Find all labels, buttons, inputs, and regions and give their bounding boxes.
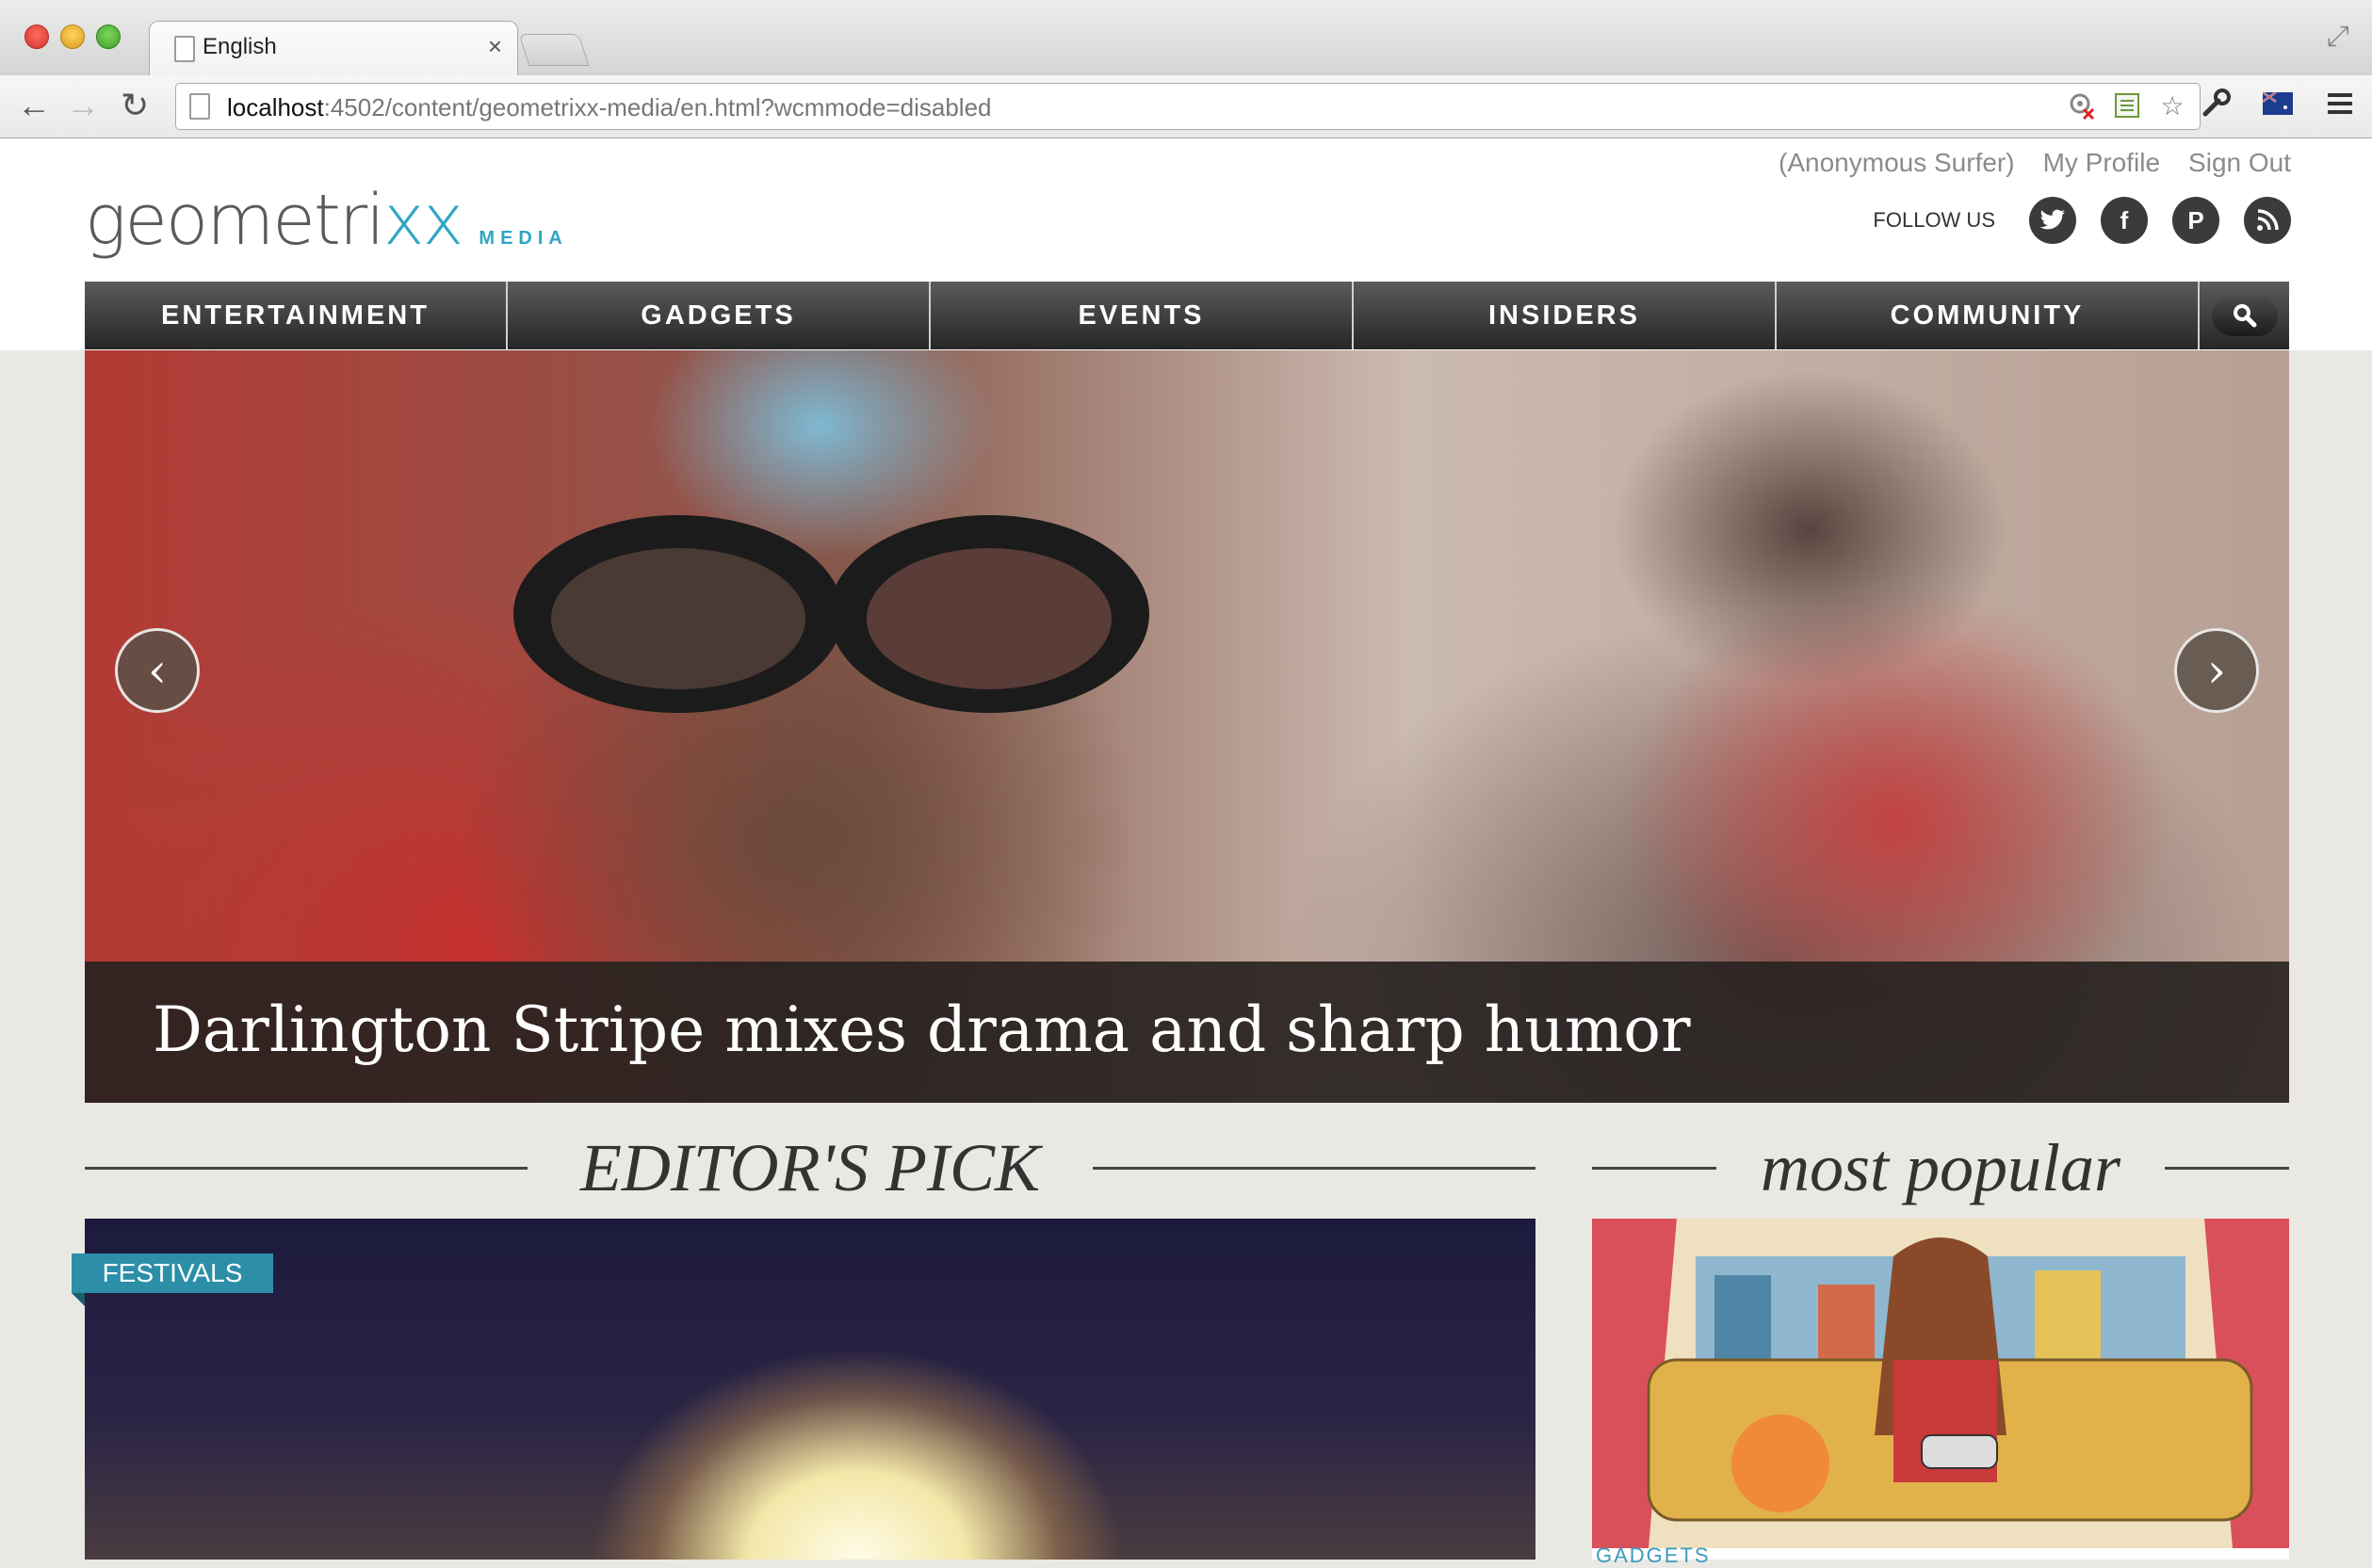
wrench-icon[interactable] (2197, 85, 2234, 122)
editors-pick-image[interactable] (85, 1219, 1535, 1560)
logo-word: geometrixx (85, 180, 463, 261)
my-profile-link[interactable]: My Profile (2043, 148, 2160, 178)
facebook-icon[interactable]: f (2101, 197, 2148, 244)
popular-category-tag[interactable]: GADGETS (1596, 1544, 1711, 1568)
page-icon (174, 36, 195, 62)
nav-search[interactable] (2200, 282, 2289, 349)
browser-toolbar: ← → ↻ localhost:4502/content/geometrixx-… (0, 75, 2372, 138)
html5-icon[interactable] (2111, 89, 2143, 121)
menu-icon[interactable] (2321, 85, 2359, 122)
url-text[interactable]: localhost:4502/content/geometrixx-media/… (227, 93, 992, 122)
nav-events[interactable]: EVENTS (931, 282, 1354, 349)
search-icon[interactable] (2211, 295, 2278, 336)
most-popular-heading: most popular (1592, 1130, 2289, 1205)
url-path: :4502/content/geometrixx-media/en.html?w… (323, 93, 992, 121)
site-logo[interactable]: geometrixx MEDIA (85, 180, 568, 261)
carousel-next-button[interactable]: › (2174, 628, 2259, 713)
most-popular-image[interactable] (1592, 1219, 2289, 1548)
blocked-content-icon[interactable] (2066, 89, 2098, 121)
flag-extension-icon[interactable] (2259, 85, 2297, 122)
follow-us-label: FOLLOW US (1873, 208, 1995, 232)
page-icon (189, 93, 210, 120)
web-page: (Anonymous Surfer) My Profile Sign Out g… (0, 138, 2372, 1567)
fullscreen-icon[interactable]: ⤢ (2327, 21, 2349, 53)
browser-tab[interactable]: English × (149, 21, 518, 76)
reload-button[interactable]: ↻ (121, 87, 149, 124)
bookmark-star-icon[interactable]: ☆ (2156, 89, 2188, 121)
logo-subtitle: MEDIA (479, 228, 568, 249)
address-bar[interactable]: localhost:4502/content/geometrixx-media/… (175, 83, 2201, 130)
badge-fold (72, 1293, 85, 1306)
category-badge[interactable]: FESTIVALS (72, 1253, 273, 1293)
forward-button[interactable]: → (66, 87, 100, 124)
browser-titlebar: English × ⤢ (0, 0, 2372, 76)
anonymous-user-label: (Anonymous Surfer) (1779, 148, 2015, 177)
nav-insiders[interactable]: INSIDERS (1354, 282, 1777, 349)
new-tab-button[interactable] (518, 34, 590, 66)
user-links: (Anonymous Surfer) My Profile Sign Out (1779, 148, 2291, 178)
url-host: localhost (227, 93, 324, 121)
hero-image-goggles (513, 515, 1149, 713)
sign-out-link[interactable]: Sign Out (2188, 148, 2291, 178)
editors-pick-heading: EDITOR'S PICK (85, 1130, 1535, 1205)
rss-icon[interactable] (2244, 197, 2291, 244)
nav-entertainment[interactable]: ENTERTAINMENT (85, 282, 508, 349)
minimize-window-button[interactable] (60, 24, 85, 49)
hero-caption-text[interactable]: Darlington Stripe mixes drama and sharp … (153, 994, 1691, 1066)
carousel-prev-button[interactable]: ‹ (115, 628, 200, 713)
hero-caption[interactable]: Darlington Stripe mixes drama and sharp … (85, 962, 2289, 1103)
pinterest-icon[interactable]: P (2172, 197, 2219, 244)
back-button[interactable]: ← (17, 87, 51, 124)
tab-title: English (203, 34, 277, 59)
zoom-window-button[interactable] (96, 24, 121, 49)
illustration (1592, 1219, 2289, 1548)
main-navigation: ENTERTAINMENT GADGETS EVENTS INSIDERS CO… (85, 282, 2289, 349)
close-window-button[interactable] (24, 24, 49, 49)
twitter-icon[interactable] (2029, 197, 2076, 244)
most-popular-title: most popular (1760, 1130, 2121, 1205)
nav-community[interactable]: COMMUNITY (1777, 282, 2200, 349)
editors-pick-title: EDITOR'S PICK (579, 1130, 1041, 1205)
hero-carousel[interactable]: ‹ › Darlington Stripe mixes drama and sh… (85, 350, 2289, 1103)
close-tab-icon[interactable]: × (488, 32, 502, 61)
follow-us: FOLLOW US f P (1873, 197, 2291, 244)
nav-gadgets[interactable]: GADGETS (508, 282, 931, 349)
